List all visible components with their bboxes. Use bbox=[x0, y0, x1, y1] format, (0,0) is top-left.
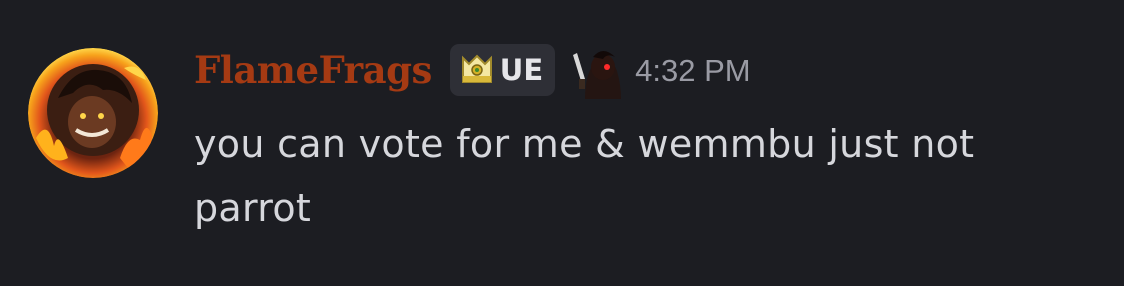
username[interactable]: FlameFrags bbox=[194, 51, 432, 89]
message-content: you can vote for me & wemmbu just not pa… bbox=[194, 122, 975, 230]
message-timestamp[interactable]: 4:32 PM bbox=[635, 55, 750, 86]
clan-tag-text: UE bbox=[499, 52, 544, 87]
guild-crown-badge-icon bbox=[461, 54, 492, 83]
hooded-figure-knife-icon bbox=[567, 41, 626, 99]
clan-tag-badge[interactable]: UE bbox=[449, 44, 556, 96]
flame-character-avatar-icon bbox=[28, 48, 158, 178]
chat-message: FlameFrags UE 4:32 PM you can vote for m… bbox=[0, 0, 1124, 286]
user-avatar[interactable] bbox=[28, 48, 158, 178]
message-header: FlameFrags UE 4:32 PM bbox=[194, 41, 751, 99]
